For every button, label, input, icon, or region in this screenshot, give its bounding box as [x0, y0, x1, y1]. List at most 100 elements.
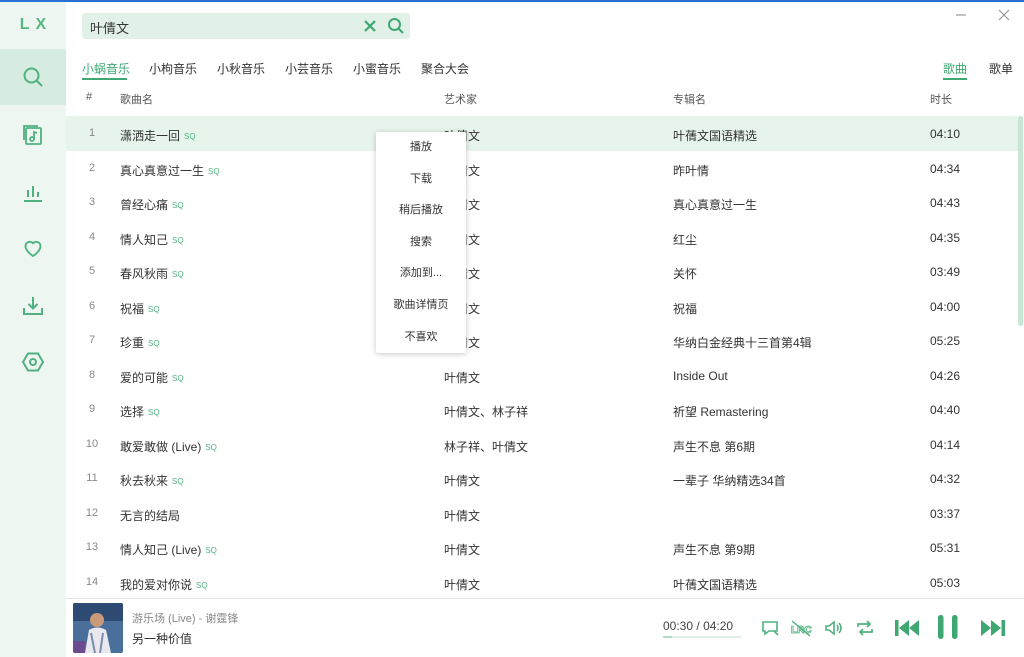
app-logo: LX [19, 16, 53, 33]
table-row[interactable]: 8 爱的可能 SQ 叶倩文 Inside Out 04:26 [66, 358, 1018, 393]
table-row[interactable]: 2真心真意过一生SQ叶倩文昨叶情04:34 [66, 151, 1018, 186]
minimize-icon[interactable] [953, 7, 969, 23]
album-cell[interactable]: 声生不息 第6期 [673, 438, 755, 455]
song-name-cell: 我的爱对你说 SQ [120, 576, 208, 593]
row-index: 11 [86, 472, 98, 484]
menu-item[interactable]: 播放 [376, 132, 466, 163]
comment-icon[interactable] [760, 618, 780, 638]
nav-download[interactable] [0, 278, 66, 334]
quality-badge: SQ [172, 270, 184, 279]
menu-item[interactable]: 搜索 [376, 227, 466, 258]
album-cell[interactable]: 红尘 [673, 231, 697, 248]
tab-type-playlists[interactable]: 歌单 [989, 60, 1013, 77]
table-row[interactable]: 10 敢爱敢做 (Live) SQ 林子祥、叶倩文 声生不息 第6期 04:14 [66, 427, 1018, 462]
table-row[interactable]: 9 选择 SQ 叶倩文、林子祥 祈望 Remastering 04:40 [66, 392, 1018, 427]
artist-cell[interactable]: 叶倩文 [444, 541, 480, 558]
table-row[interactable]: 6祝福SQ叶倩文祝福04:00 [66, 289, 1018, 324]
duration-cell: 04:14 [930, 437, 961, 452]
table-row[interactable]: 7珍重SQ叶倩文华纳白金经典十三首第4辑05:25 [66, 323, 1018, 358]
header-artist: 艺术家 [444, 94, 477, 106]
tab-source-xiaoqiu[interactable]: 小秋音乐 [217, 60, 265, 77]
duration-cell: 05:31 [930, 541, 961, 555]
album-cell[interactable]: 关怀 [673, 265, 697, 282]
progress-fill [663, 636, 672, 638]
lyrics-icon[interactable]: LRC [790, 618, 812, 638]
artist-cell[interactable]: 林子祥、叶倩文 [444, 438, 528, 455]
tab-source-xiaoyun[interactable]: 小芸音乐 [285, 60, 333, 77]
scrollbar[interactable] [1018, 116, 1023, 326]
quality-badge: SQ [205, 546, 217, 555]
search-input[interactable] [88, 16, 352, 38]
menu-item[interactable]: 下载 [376, 164, 466, 195]
album-cell[interactable]: 华纳白金经典十三首第4辑 [673, 334, 812, 351]
close-icon[interactable] [996, 7, 1012, 23]
album-cell[interactable]: 祝福 [673, 300, 697, 317]
clear-search-icon[interactable] [363, 19, 377, 33]
row-index: 3 [88, 196, 96, 208]
table-row[interactable]: 5春风秋雨SQ叶倩文关怀03:49 [66, 254, 1018, 289]
pause-icon[interactable] [935, 613, 961, 641]
active-type-underline [943, 78, 967, 80]
nav-favorites[interactable] [0, 220, 66, 276]
quality-badge: SQ [184, 132, 196, 141]
nav-settings[interactable] [0, 334, 66, 390]
menu-item[interactable]: 不喜欢 [376, 322, 466, 353]
artist-cell[interactable]: 叶倩文 [444, 576, 480, 593]
table-row[interactable]: 3曾经心痛SQ叶倩文真心真意过一生04:43 [66, 185, 1018, 220]
duration-cell: 04:10 [930, 127, 961, 141]
tab-source-xiaogou[interactable]: 小枸音乐 [149, 60, 197, 77]
album-cell[interactable]: 一辈子 华纳精选34首 [673, 472, 786, 489]
table-row[interactable]: 14 我的爱对你说 SQ 叶倩文 叶蒨文国语精选 05:03 [66, 565, 1018, 600]
album-cell[interactable]: Inside Out [673, 369, 728, 383]
song-name: 祝福 [120, 301, 145, 316]
quality-badge: SQ [172, 373, 184, 383]
duration-cell: 03:49 [930, 265, 961, 279]
album-cover[interactable] [73, 603, 123, 653]
track-subtitle[interactable]: 游乐场 (Live) - 谢霆锋 [132, 610, 238, 626]
album-cell[interactable]: 声生不息 第9期 [673, 541, 755, 558]
song-name-cell: 春风秋雨 SQ [120, 265, 184, 282]
menu-item[interactable]: 添加到... [376, 258, 466, 289]
song-name: 我的爱对你说 [120, 577, 193, 592]
song-name-cell: 曾经心痛 SQ [120, 196, 184, 213]
tab-source-xiaomi[interactable]: 小蜜音乐 [353, 60, 401, 77]
artist-cell[interactable]: 叶倩文 [444, 369, 480, 386]
tab-source-aggregate[interactable]: 聚合大会 [421, 60, 469, 77]
artist-cell[interactable]: 叶倩文、林子祥 [444, 403, 528, 420]
artist-cell[interactable]: 叶倩文 [444, 472, 480, 489]
track-title[interactable]: 另一种价值 [132, 630, 192, 647]
progress-bar[interactable] [663, 636, 741, 638]
artist-cell[interactable]: 叶倩文 [444, 507, 480, 524]
table-row[interactable]: 4情人知己SQ叶倩文红尘04:35 [66, 220, 1018, 255]
duration-cell: 05:25 [930, 334, 961, 348]
nav-search[interactable] [0, 49, 66, 105]
volume-icon[interactable] [823, 618, 843, 638]
heart-icon [24, 240, 42, 258]
album-cell[interactable]: 叶蒨文国语精选 [673, 576, 757, 593]
search-submit-icon[interactable] [387, 17, 405, 35]
album-cell[interactable]: 昨叶情 [673, 162, 709, 179]
table-row[interactable]: 1潇洒走一回SQ叶倩文叶蒨文国语精选04:10 [66, 116, 1018, 151]
quality-badge: SQ [196, 580, 208, 590]
previous-icon[interactable] [893, 616, 921, 640]
song-name-cell: 选择 SQ [120, 403, 160, 420]
row-index: 8 [88, 368, 96, 381]
menu-item[interactable]: 歌曲详情页 [376, 290, 466, 321]
album-cell[interactable]: 叶蒨文国语精选 [673, 127, 757, 144]
next-icon[interactable] [979, 616, 1007, 640]
album-cell[interactable]: 真心真意过一生 [673, 196, 757, 213]
loop-icon[interactable] [855, 618, 875, 638]
nav-song-list[interactable] [0, 107, 66, 163]
table-row[interactable]: 12 无言的结局 叶倩文 03:37 [66, 496, 1018, 531]
tab-type-songs[interactable]: 歌曲 [943, 60, 967, 77]
row-index: 7 [88, 334, 96, 346]
menu-item[interactable]: 稍后播放 [376, 195, 466, 226]
album-cell[interactable]: 祈望 Remastering [673, 403, 768, 420]
table-row[interactable]: 13 情人知己 (Live) SQ 叶倩文 声生不息 第9期 05:31 [66, 530, 1018, 565]
table-row[interactable]: 11 秋去秋来 SQ 叶倩文 一辈子 华纳精选34首 04:32 [66, 461, 1018, 496]
song-name: 真心真意过一生 [120, 163, 205, 178]
tab-source-xiaowo[interactable]: 小蜗音乐 [82, 60, 130, 77]
nav-leaderboard[interactable] [0, 164, 66, 220]
quality-badge: SQ [208, 166, 220, 176]
song-name-cell: 潇洒走一回 SQ [120, 127, 196, 144]
